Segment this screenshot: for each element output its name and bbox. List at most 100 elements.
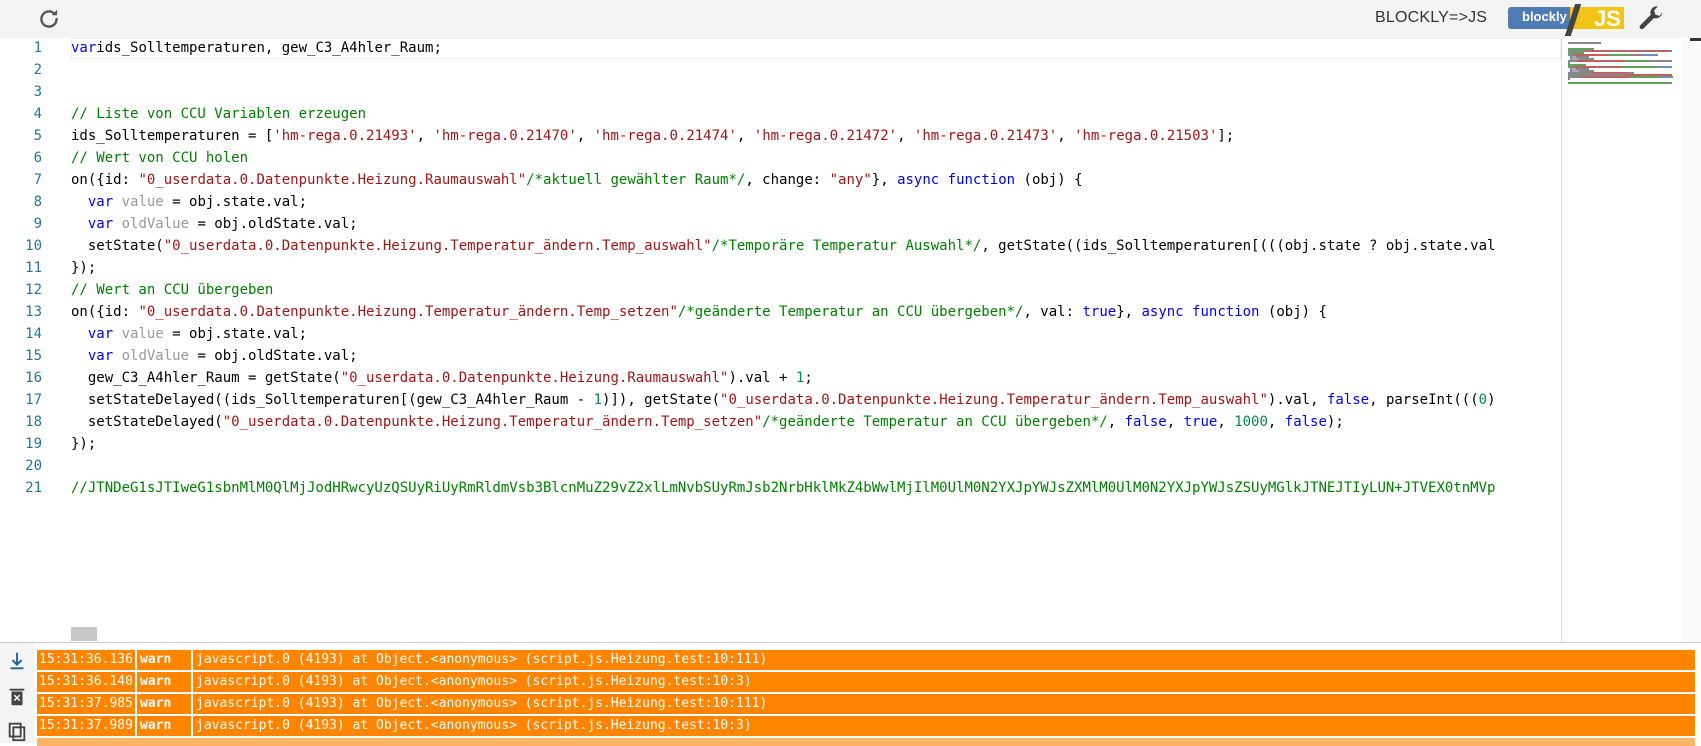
code-token: 'hm-rega.0.21470' xyxy=(433,128,577,144)
minimap-line xyxy=(1670,50,1672,52)
minimap-line xyxy=(1568,82,1672,84)
code-token: , xyxy=(416,128,434,144)
code-line[interactable]: varids_Solltemperaturen, gew_C3_A4hler_R… xyxy=(71,38,442,59)
minimap-line xyxy=(1652,54,1658,56)
code-token: , val: xyxy=(1023,304,1083,320)
minimap-line xyxy=(1581,76,1630,78)
code-token: var xyxy=(87,216,114,232)
code-token: false xyxy=(1326,392,1370,408)
delete-icon[interactable] xyxy=(6,686,28,708)
copy-icon[interactable] xyxy=(6,720,28,742)
badge-blockly-label: blockly xyxy=(1522,9,1567,24)
code-token: //JTNDeG1sJTIweG1sbnMlM0QlMjJodHRwcyUzQS… xyxy=(71,480,1496,496)
code-token: true xyxy=(1183,414,1218,430)
scroll-down-icon[interactable] xyxy=(6,650,28,672)
blockly-js-toggle[interactable]: blockly JS xyxy=(1508,4,1624,36)
minimap-line xyxy=(1625,60,1649,62)
code-token: , parseInt((( xyxy=(1369,392,1479,408)
log-time: 15:31:37.989 xyxy=(39,718,133,733)
minimap-line xyxy=(1614,50,1628,52)
code-token: /*Temporäre Temperatur Auswahl*/ xyxy=(711,238,982,254)
code-line[interactable]: on({id: "0_userdata.0.Datenpunkte.Heizun… xyxy=(71,301,1327,323)
code-token: setState( xyxy=(71,238,164,254)
code-line[interactable]: }); xyxy=(71,257,96,279)
toolbar: BLOCKLY=>JS blockly JS xyxy=(0,0,1701,38)
code-token: ]; xyxy=(1217,128,1235,144)
line-number: 16 xyxy=(25,370,42,386)
log-level: warn xyxy=(135,650,171,670)
code-line[interactable]: //JTNDeG1sJTIweG1sbnMlM0QlMjJodHRwcyUzQS… xyxy=(71,477,1495,499)
code-token: ids_Solltemperaturen = [ xyxy=(71,128,274,144)
code-area[interactable]: var ids_Solltemperaturen, gew_C3_A4hler_R… xyxy=(71,38,1561,642)
code-token: 'hm-rega.0.21493' xyxy=(273,128,417,144)
vertical-scrollbar-thumb[interactable] xyxy=(1690,38,1701,41)
code-token: ); xyxy=(1326,414,1344,430)
minimap-line xyxy=(1586,50,1599,52)
code-line[interactable]: var oldValue = obj.oldState.val; xyxy=(71,213,358,235)
code-line[interactable]: // Liste von CCU Variablen erzeugen xyxy=(71,103,366,125)
code-token: false xyxy=(1284,414,1327,430)
code-token: , xyxy=(1057,128,1075,144)
code-line[interactable]: // Wert an CCU übergeben xyxy=(71,279,273,301)
minimap-line xyxy=(1663,66,1672,68)
vertical-scrollbar[interactable] xyxy=(1683,38,1701,642)
badge-js-label: JS xyxy=(1594,6,1621,31)
code-line[interactable]: var value = obj.state.val; xyxy=(71,323,307,345)
line-number: 18 xyxy=(25,414,42,430)
code-line[interactable]: ids_Solltemperaturen = ['hm-rega.0.21493… xyxy=(71,125,1234,147)
code-token: 0 xyxy=(1478,392,1488,408)
code-editor[interactable]: 1 2 3 4 5 6 7 8 9 10 11 12 13 14 15 16 17 18 19 20 21 varids… xyxy=(0,38,1701,642)
code-token: "0_userdata.0.Datenpunkte.Heizung.Temper… xyxy=(720,392,1268,408)
log-panel: 15:31:36.136 warn javascript.0 (4193) at O… xyxy=(0,642,1701,746)
code-line[interactable]: on({id: "0_userdata.0.Datenpunkte.Heizun… xyxy=(71,169,1083,191)
code-token: /*geänderte Temperatur an CCU übergeben*… xyxy=(677,304,1024,320)
minimap-line xyxy=(1600,50,1613,52)
code-token: "0_userdata.0.Datenpunkte.Heizung.Temper… xyxy=(163,238,712,254)
code-token: value xyxy=(113,326,164,342)
minimap-line xyxy=(1628,50,1642,52)
code-token: oldValue xyxy=(113,216,190,232)
code-token: "0_userdata.0.Datenpunkte.Heizung.Raumau… xyxy=(340,370,729,386)
code-line[interactable]: setStateDelayed((ids_Solltemperaturen[(g… xyxy=(71,389,1496,411)
horizontal-scrollbar[interactable] xyxy=(71,627,97,641)
code-token: , xyxy=(1107,414,1125,430)
refresh-icon[interactable] xyxy=(36,6,62,32)
code-token: , getState((ids_Solltemperaturen[(((obj.… xyxy=(981,238,1496,254)
code-token: setStateDelayed((ids_Solltemperaturen[(g… xyxy=(71,392,594,408)
line-number: 10 xyxy=(25,238,42,254)
line-number: 9 xyxy=(33,216,42,232)
code-line[interactable]: // Wert von CCU holen xyxy=(71,147,248,169)
code-line[interactable]: setStateDelayed("0_userdata.0.Datenpunkt… xyxy=(71,411,1344,433)
line-number-gutter: 1 2 3 4 5 6 7 8 9 10 11 12 13 14 15 16 17 18 19 20 21 xyxy=(0,38,55,642)
line-number: 5 xyxy=(33,128,42,144)
line-number: 4 xyxy=(33,106,42,122)
line-number: 13 xyxy=(25,304,42,320)
minimap-line xyxy=(1657,50,1670,52)
code-line[interactable]: }); xyxy=(71,433,96,455)
log-message: javascript.0 (4193) at Object.<anonymous… xyxy=(191,716,752,736)
code-token: 1000 xyxy=(1234,414,1268,430)
code-token: /*geänderte Temperatur an CCU übergeben*… xyxy=(762,414,1108,430)
code-line[interactable]: var oldValue = obj.oldState.val; xyxy=(71,345,358,367)
code-token: , change: xyxy=(745,172,830,188)
code-token: "any" xyxy=(829,172,872,188)
code-line[interactable]: setState("0_userdata.0.Datenpunkte.Heizu… xyxy=(71,235,1496,257)
code-line[interactable]: var value = obj.state.val; xyxy=(71,191,307,213)
code-token: // Wert an CCU übergeben xyxy=(71,282,274,298)
minimap[interactable] xyxy=(1561,38,1682,642)
code-token: "0_userdata.0.Datenpunkte.Heizung.Raumau… xyxy=(138,172,527,188)
code-token: ids_Solltemperaturen, gew_C3_A4hler_Raum… xyxy=(96,40,442,56)
code-token: on({id: xyxy=(71,304,139,320)
code-token: false xyxy=(1124,414,1167,430)
code-line[interactable]: gew_C3_A4hler_Raum = getState("0_userdat… xyxy=(71,367,813,389)
wrench-icon[interactable] xyxy=(1636,4,1666,34)
line-number: 1 xyxy=(33,40,42,56)
minimap-line xyxy=(1629,76,1661,78)
code-token: (obj) { xyxy=(1259,304,1327,320)
line-number: 17 xyxy=(25,392,42,408)
line-number: 12 xyxy=(25,282,42,298)
code-token: , xyxy=(1267,414,1285,430)
code-token: , xyxy=(576,128,594,144)
code-token: , xyxy=(1217,414,1235,430)
